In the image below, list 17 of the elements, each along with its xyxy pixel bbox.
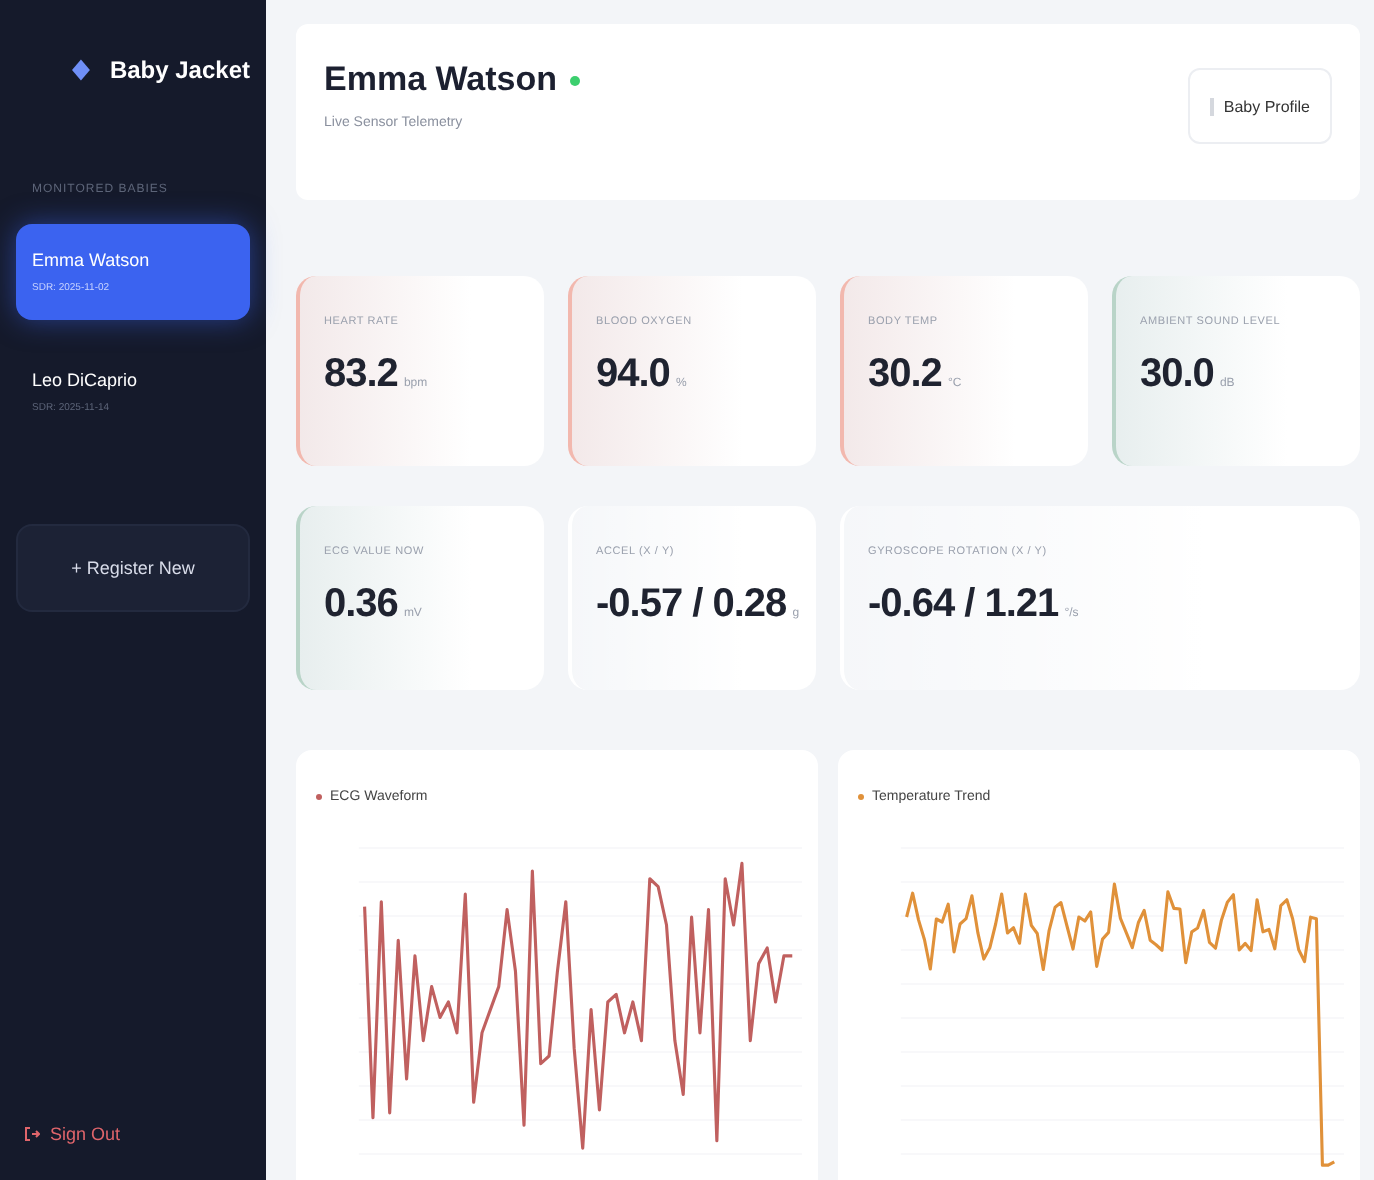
metric-value: 94.0 bbox=[596, 352, 670, 398]
metric-value: 83.2 bbox=[324, 352, 398, 398]
baby-name: Leo DiCaprio bbox=[32, 370, 140, 390]
metric-value: 30.2 bbox=[868, 352, 942, 398]
sign-out-button[interactable]: Sign Out bbox=[16, 1124, 250, 1144]
metric-value: -0.64 / 1.21 bbox=[868, 582, 1059, 628]
metric-value: -0.57 / 0.28 bbox=[596, 582, 787, 628]
profile-button[interactable]: Baby Profile bbox=[1187, 68, 1332, 144]
metric-value: 30.0 bbox=[1140, 352, 1214, 398]
register-button[interactable]: + Register New bbox=[16, 524, 250, 612]
bar-icon bbox=[1209, 97, 1214, 115]
brand-name: Baby Jacket bbox=[109, 56, 250, 84]
baby-name: Emma Watson bbox=[32, 250, 152, 270]
baby-title: Emma Watson bbox=[324, 60, 558, 100]
metric-value: 0.36 bbox=[324, 582, 398, 628]
diamond-icon bbox=[72, 56, 90, 84]
logout-icon bbox=[24, 1126, 40, 1142]
